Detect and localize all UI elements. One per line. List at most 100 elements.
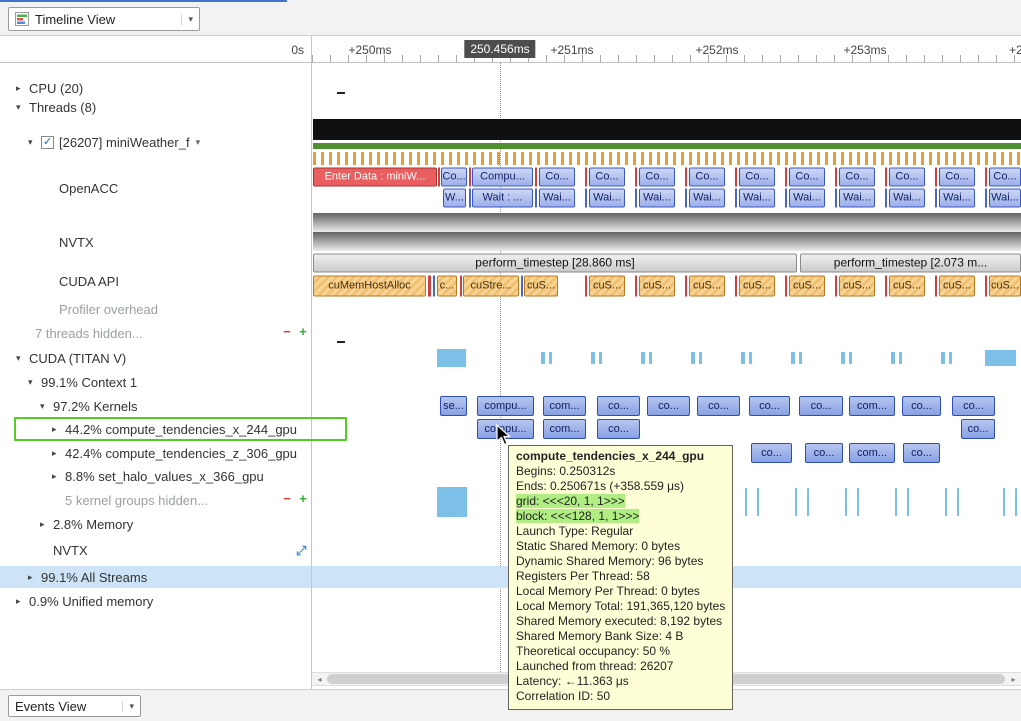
- cuda-api-block[interactable]: cuS...: [789, 275, 825, 296]
- cuda-api-block[interactable]: cuS...: [524, 275, 558, 296]
- gpu-activity-block[interactable]: [791, 352, 795, 364]
- openacc-wait-block[interactable]: [585, 188, 587, 207]
- cuda-api-block[interactable]: [433, 275, 435, 296]
- tree-row[interactable]: ▸ 0.9% Unified memory: [16, 591, 159, 611]
- cuda-api-block[interactable]: [428, 275, 431, 296]
- gpu-activity-block[interactable]: [891, 352, 895, 364]
- openacc-wait-block[interactable]: [635, 188, 637, 207]
- memory-transfer-block[interactable]: [1015, 488, 1017, 516]
- openacc-wait-block[interactable]: Wai...: [689, 188, 725, 207]
- cuda-api-block[interactable]: [735, 275, 737, 296]
- openacc-wait-block[interactable]: Wai...: [639, 188, 675, 207]
- kernel-block[interactable]: co...: [749, 396, 790, 416]
- scroll-right-button[interactable]: ▸: [1007, 673, 1020, 685]
- tree-row[interactable]: ▾ ✓ [26207] miniWeather_f ▾: [28, 132, 200, 152]
- openacc-wait-block[interactable]: [835, 188, 837, 207]
- openacc-event-block[interactable]: Co...: [939, 167, 975, 186]
- openacc-wait-block[interactable]: [735, 188, 737, 207]
- gpu-activity-block[interactable]: [549, 352, 552, 364]
- nvtx-collapsed-band[interactable]: [313, 232, 1021, 251]
- openacc-wait-block[interactable]: [935, 188, 937, 207]
- gpu-activity-block[interactable]: [749, 352, 752, 364]
- tree-toggle-icon[interactable]: ▸: [52, 448, 65, 459]
- cuda-api-block[interactable]: cuMemHostAlloc: [313, 275, 426, 296]
- cuda-api-block[interactable]: [985, 275, 987, 296]
- memory-transfer-block[interactable]: [907, 488, 909, 516]
- tree-row[interactable]: 7 threads hidden...: [22, 323, 149, 343]
- openacc-event-block[interactable]: [438, 167, 440, 186]
- nvtx-range-block[interactable]: perform_timestep [2.073 m...: [800, 253, 1021, 272]
- time-marker-badge[interactable]: 250.456ms: [464, 40, 535, 58]
- cuda-api-block[interactable]: [585, 275, 587, 296]
- tree-toggle-icon[interactable]: ▸: [40, 519, 53, 530]
- tree-row[interactable]: ▾ CUDA (TITAN V): [16, 348, 132, 368]
- kernel-block[interactable]: co...: [799, 396, 843, 416]
- openacc-wait-block[interactable]: Wai...: [789, 188, 825, 207]
- openacc-event-block[interactable]: Co...: [989, 167, 1021, 186]
- kernel-block[interactable]: co...: [902, 396, 941, 416]
- openacc-event-block[interactable]: Co...: [739, 167, 775, 186]
- openacc-event-block[interactable]: [685, 167, 687, 186]
- cuda-api-block[interactable]: [685, 275, 687, 296]
- gpu-activity-block[interactable]: [949, 352, 952, 364]
- tree-row[interactable]: OpenACC: [46, 178, 124, 198]
- openacc-wait-block[interactable]: Wai...: [739, 188, 775, 207]
- thread-checkbox[interactable]: ✓: [41, 136, 54, 149]
- tree-toggle-icon[interactable]: ▾: [40, 401, 53, 412]
- gpu-activity-block[interactable]: [599, 352, 602, 364]
- gpu-activity-block[interactable]: [699, 352, 702, 364]
- tree-row[interactable]: ▸ CPU (20): [16, 78, 89, 98]
- openacc-event-block[interactable]: Co...: [789, 167, 825, 186]
- openacc-wait-block[interactable]: Wai...: [889, 188, 925, 207]
- openacc-event-block[interactable]: [835, 167, 837, 186]
- openacc-event-block[interactable]: Co...: [639, 167, 675, 186]
- cuda-api-block[interactable]: cuS...: [989, 275, 1021, 296]
- gpu-activity-block[interactable]: [941, 352, 945, 364]
- timeline-view-dropdown[interactable]: Timeline View ▾: [8, 7, 200, 31]
- events-view-dropdown[interactable]: Events View ▾: [8, 695, 141, 717]
- openacc-event-block[interactable]: [585, 167, 587, 186]
- tree-toggle-icon[interactable]: ▸: [16, 83, 29, 94]
- cuda-api-block[interactable]: c...: [437, 275, 457, 296]
- tree-row[interactable]: ▸ 8.8% set_halo_values_x_366_gpu: [52, 466, 270, 486]
- nvtx-collapsed-band[interactable]: [313, 213, 1021, 232]
- tree-toggle-icon[interactable]: ▸: [16, 596, 29, 607]
- tree-row[interactable]: 5 kernel groups hidden...: [52, 490, 214, 510]
- kernel-block[interactable]: com...: [543, 419, 586, 439]
- kernel-block[interactable]: co...: [952, 396, 995, 416]
- tree-row[interactable]: ▸ 2.8% Memory: [40, 514, 139, 534]
- openacc-event-block[interactable]: [635, 167, 637, 186]
- tree-toggle-icon[interactable]: ▾: [28, 137, 41, 148]
- cuda-api-block[interactable]: cuStre...: [463, 275, 519, 296]
- openacc-wait-block[interactable]: [535, 188, 537, 207]
- openacc-event-block[interactable]: Co...: [889, 167, 925, 186]
- openacc-wait-block[interactable]: [885, 188, 887, 207]
- openacc-wait-block[interactable]: Wai...: [539, 188, 575, 207]
- remove-rows-button[interactable]: −: [281, 492, 293, 506]
- memory-transfer-block[interactable]: [807, 488, 809, 516]
- openacc-event-block[interactable]: [785, 167, 787, 186]
- memory-transfer-block[interactable]: [845, 488, 847, 516]
- openacc-event-block[interactable]: [935, 167, 937, 186]
- openacc-wait-block[interactable]: Wai...: [839, 188, 875, 207]
- openacc-event-block[interactable]: [469, 167, 471, 186]
- cuda-api-block[interactable]: [885, 275, 887, 296]
- openacc-wait-block[interactable]: Wai...: [939, 188, 975, 207]
- kernel-block[interactable]: compu...: [477, 396, 534, 416]
- memory-transfer-block[interactable]: [795, 488, 797, 516]
- cuda-api-block[interactable]: cuS...: [689, 275, 725, 296]
- row-dropdown-icon[interactable]: ▾: [196, 137, 201, 148]
- kernel-block[interactable]: co...: [751, 443, 792, 463]
- tree-row[interactable]: ▾ 99.1% Context 1: [28, 372, 143, 392]
- gpu-activity-block[interactable]: [591, 352, 595, 364]
- gpu-activity-block[interactable]: [437, 349, 466, 367]
- tree-row[interactable]: ▸ 99.1% All Streams: [28, 567, 153, 587]
- openacc-event-block[interactable]: [535, 167, 537, 186]
- memory-transfer-block[interactable]: [945, 488, 947, 516]
- cuda-api-block[interactable]: cuS...: [939, 275, 975, 296]
- openacc-wait-block[interactable]: [785, 188, 787, 207]
- cuda-api-block[interactable]: [835, 275, 837, 296]
- kernel-block[interactable]: co...: [697, 396, 740, 416]
- gpu-activity-block[interactable]: [799, 352, 802, 364]
- openacc-wait-block[interactable]: Wai...: [989, 188, 1021, 207]
